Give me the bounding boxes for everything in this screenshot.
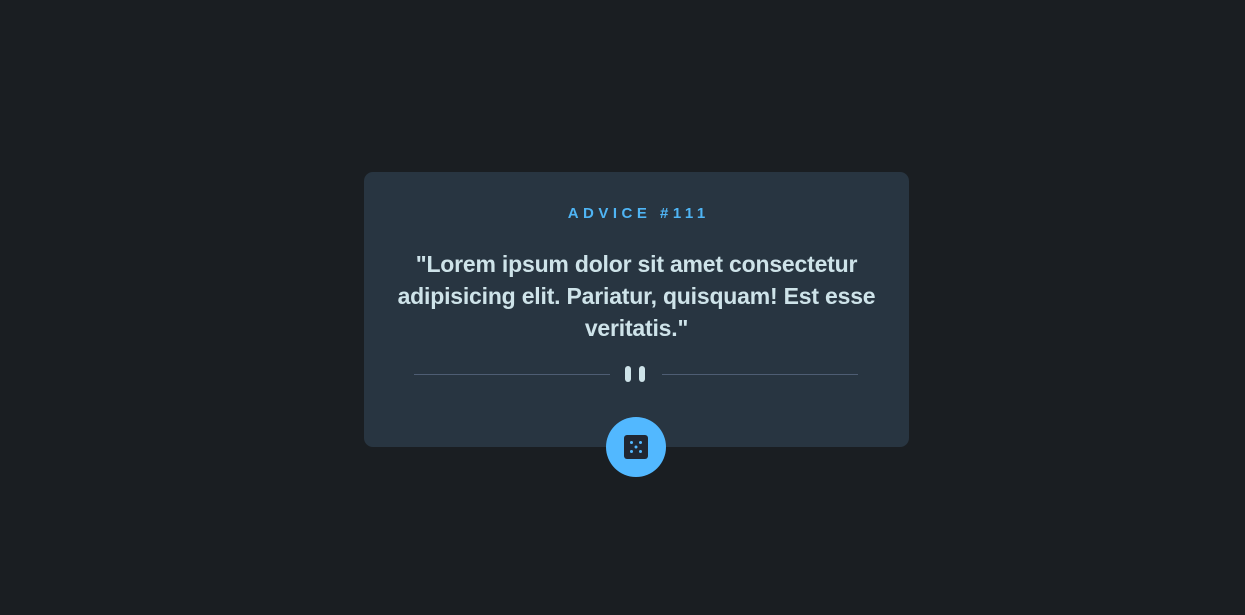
- divider: [414, 364, 858, 384]
- divider-line-left: [414, 374, 610, 375]
- divider-line-right: [662, 374, 858, 375]
- advice-number: ADVICE #111: [567, 205, 710, 222]
- advice-quote: "Lorem ipsum dolor sit amet consectetur …: [397, 251, 876, 341]
- pause-icon: [625, 366, 647, 382]
- advice-card: ADVICE #111 "Lorem ipsum dolor sit amet …: [364, 172, 909, 447]
- new-advice-button[interactable]: [606, 417, 666, 477]
- dice-icon: [624, 435, 648, 459]
